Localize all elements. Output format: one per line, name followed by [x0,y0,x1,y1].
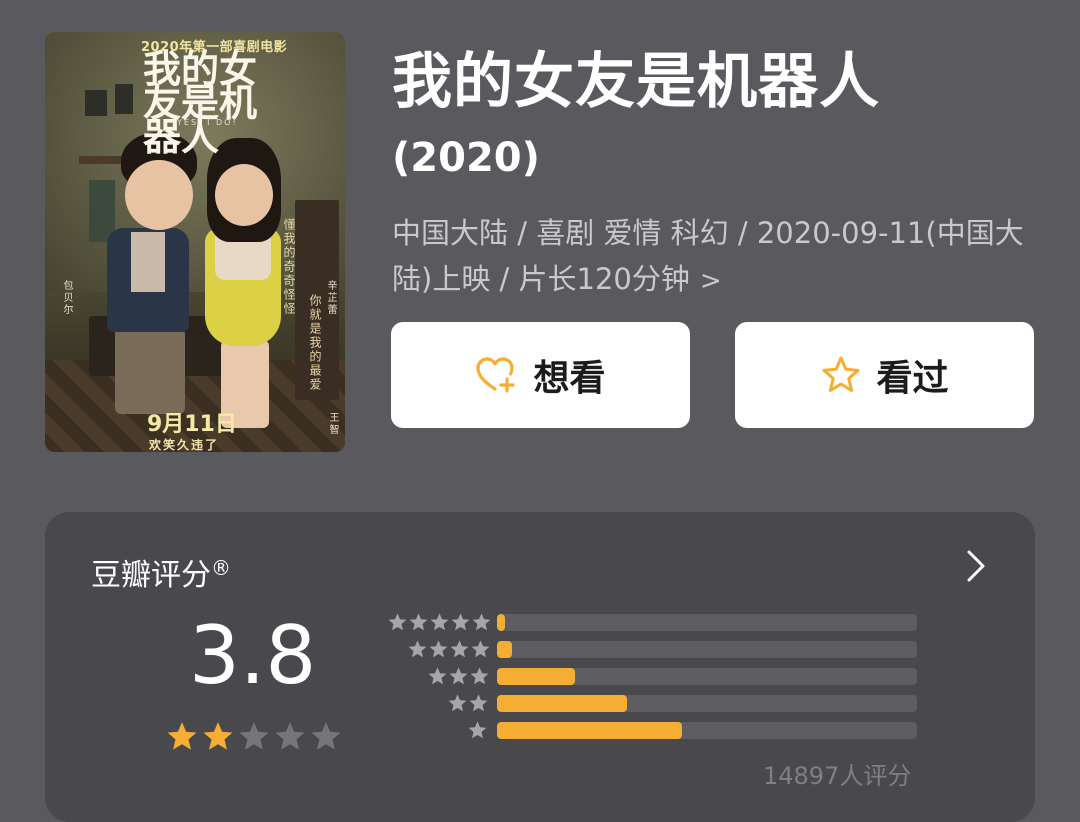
star-small-icon [471,640,490,658]
star-small-icon [470,667,489,685]
poster-woman-head [215,164,273,226]
rating-title: 豆瓣评分® [91,548,231,596]
rating-bar-fill [497,722,682,739]
rating-distribution-row [375,612,935,632]
rating-row-stars [467,720,488,741]
chevron-right-icon[interactable] [965,548,987,584]
rating-bar-fill [497,695,627,712]
rating-distribution-row [375,666,935,686]
movie-year: (2020) [392,135,540,181]
registered-mark: ® [211,556,231,580]
rating-card[interactable]: 豆瓣评分® 3.8 14897人评分 [45,512,1035,822]
star-small-icon [409,613,428,631]
rating-score: 3.8 [189,609,317,702]
star-small-icon [388,613,407,631]
poster-cast-name: 辛芷蕾 [325,280,336,316]
watched-label: 看过 [876,358,949,399]
poster-man-shirt [131,232,165,292]
rating-row-stars [447,693,489,714]
movie-title: 我的女友是机器人 [392,47,880,117]
rating-distribution-row [375,693,935,713]
star-small-icon [408,640,427,658]
chevron-right-icon: > [699,266,722,296]
poster-release-date: 9月11日 [147,412,237,437]
poster-meter-box [85,90,107,116]
rating-distribution-row [375,639,935,659]
poster-logo-en: YES, I DO! [177,118,238,127]
want-to-watch-button[interactable]: 想看 [391,322,690,428]
star-small-icon [450,640,469,658]
star-empty-icon [239,722,269,750]
star-filled-icon [203,722,233,750]
poster-logo: 我的女友是机器人 [143,47,258,159]
rating-bar-track [497,641,917,658]
rating-bar-track [497,668,917,685]
star-small-icon [448,694,467,712]
poster-cast-name: 王智 [327,412,338,436]
star-filled-icon [167,722,197,750]
star-small-icon [468,721,487,739]
rating-bar-track [497,695,917,712]
star-small-icon [469,694,488,712]
poster-man-legs [115,328,185,414]
rating-distribution-row [375,720,935,740]
rating-row-stars [427,666,490,687]
poster-tagline: 欢笑久违了 [149,438,220,452]
poster-vertical-line: 你就是我的最爱 [308,294,322,392]
star-empty-icon [275,722,305,750]
want-to-watch-label: 想看 [533,358,606,399]
rating-count: 14897人评分 [763,762,912,790]
star-small-icon [428,667,447,685]
rating-bar-track [497,614,917,631]
poster-cast-name: 包贝尔 [61,280,72,316]
rating-bar-track [497,722,917,739]
rating-title-text: 豆瓣评分 [91,558,211,593]
rating-stars [165,720,343,754]
star-outline-icon [820,354,862,396]
star-small-icon [472,613,491,631]
star-small-icon [430,613,449,631]
rating-row-stars [407,639,491,660]
star-empty-icon [311,722,341,750]
star-small-icon [429,640,448,658]
rating-bar-fill [497,668,575,685]
rating-bar-fill [497,614,505,631]
heart-plus-icon [475,355,519,395]
poster-meter-box [115,84,133,114]
rating-row-stars [387,612,492,633]
poster-man-head [125,160,193,230]
watched-button[interactable]: 看过 [735,322,1034,428]
movie-poster[interactable]: 2020年第一部喜剧电影 我的女友是机器人 YES, I DO! 懂我的奇奇怪怪… [45,32,345,452]
movie-meta[interactable]: 中国大陆 / 喜剧 爱情 科幻 / 2020-09-11(中国大陆)上映 / 片… [392,210,1032,304]
star-small-icon [451,613,470,631]
poster-vertical-line: 懂我的奇奇怪怪 [282,218,296,316]
star-small-icon [449,667,468,685]
rating-bar-fill [497,641,512,658]
